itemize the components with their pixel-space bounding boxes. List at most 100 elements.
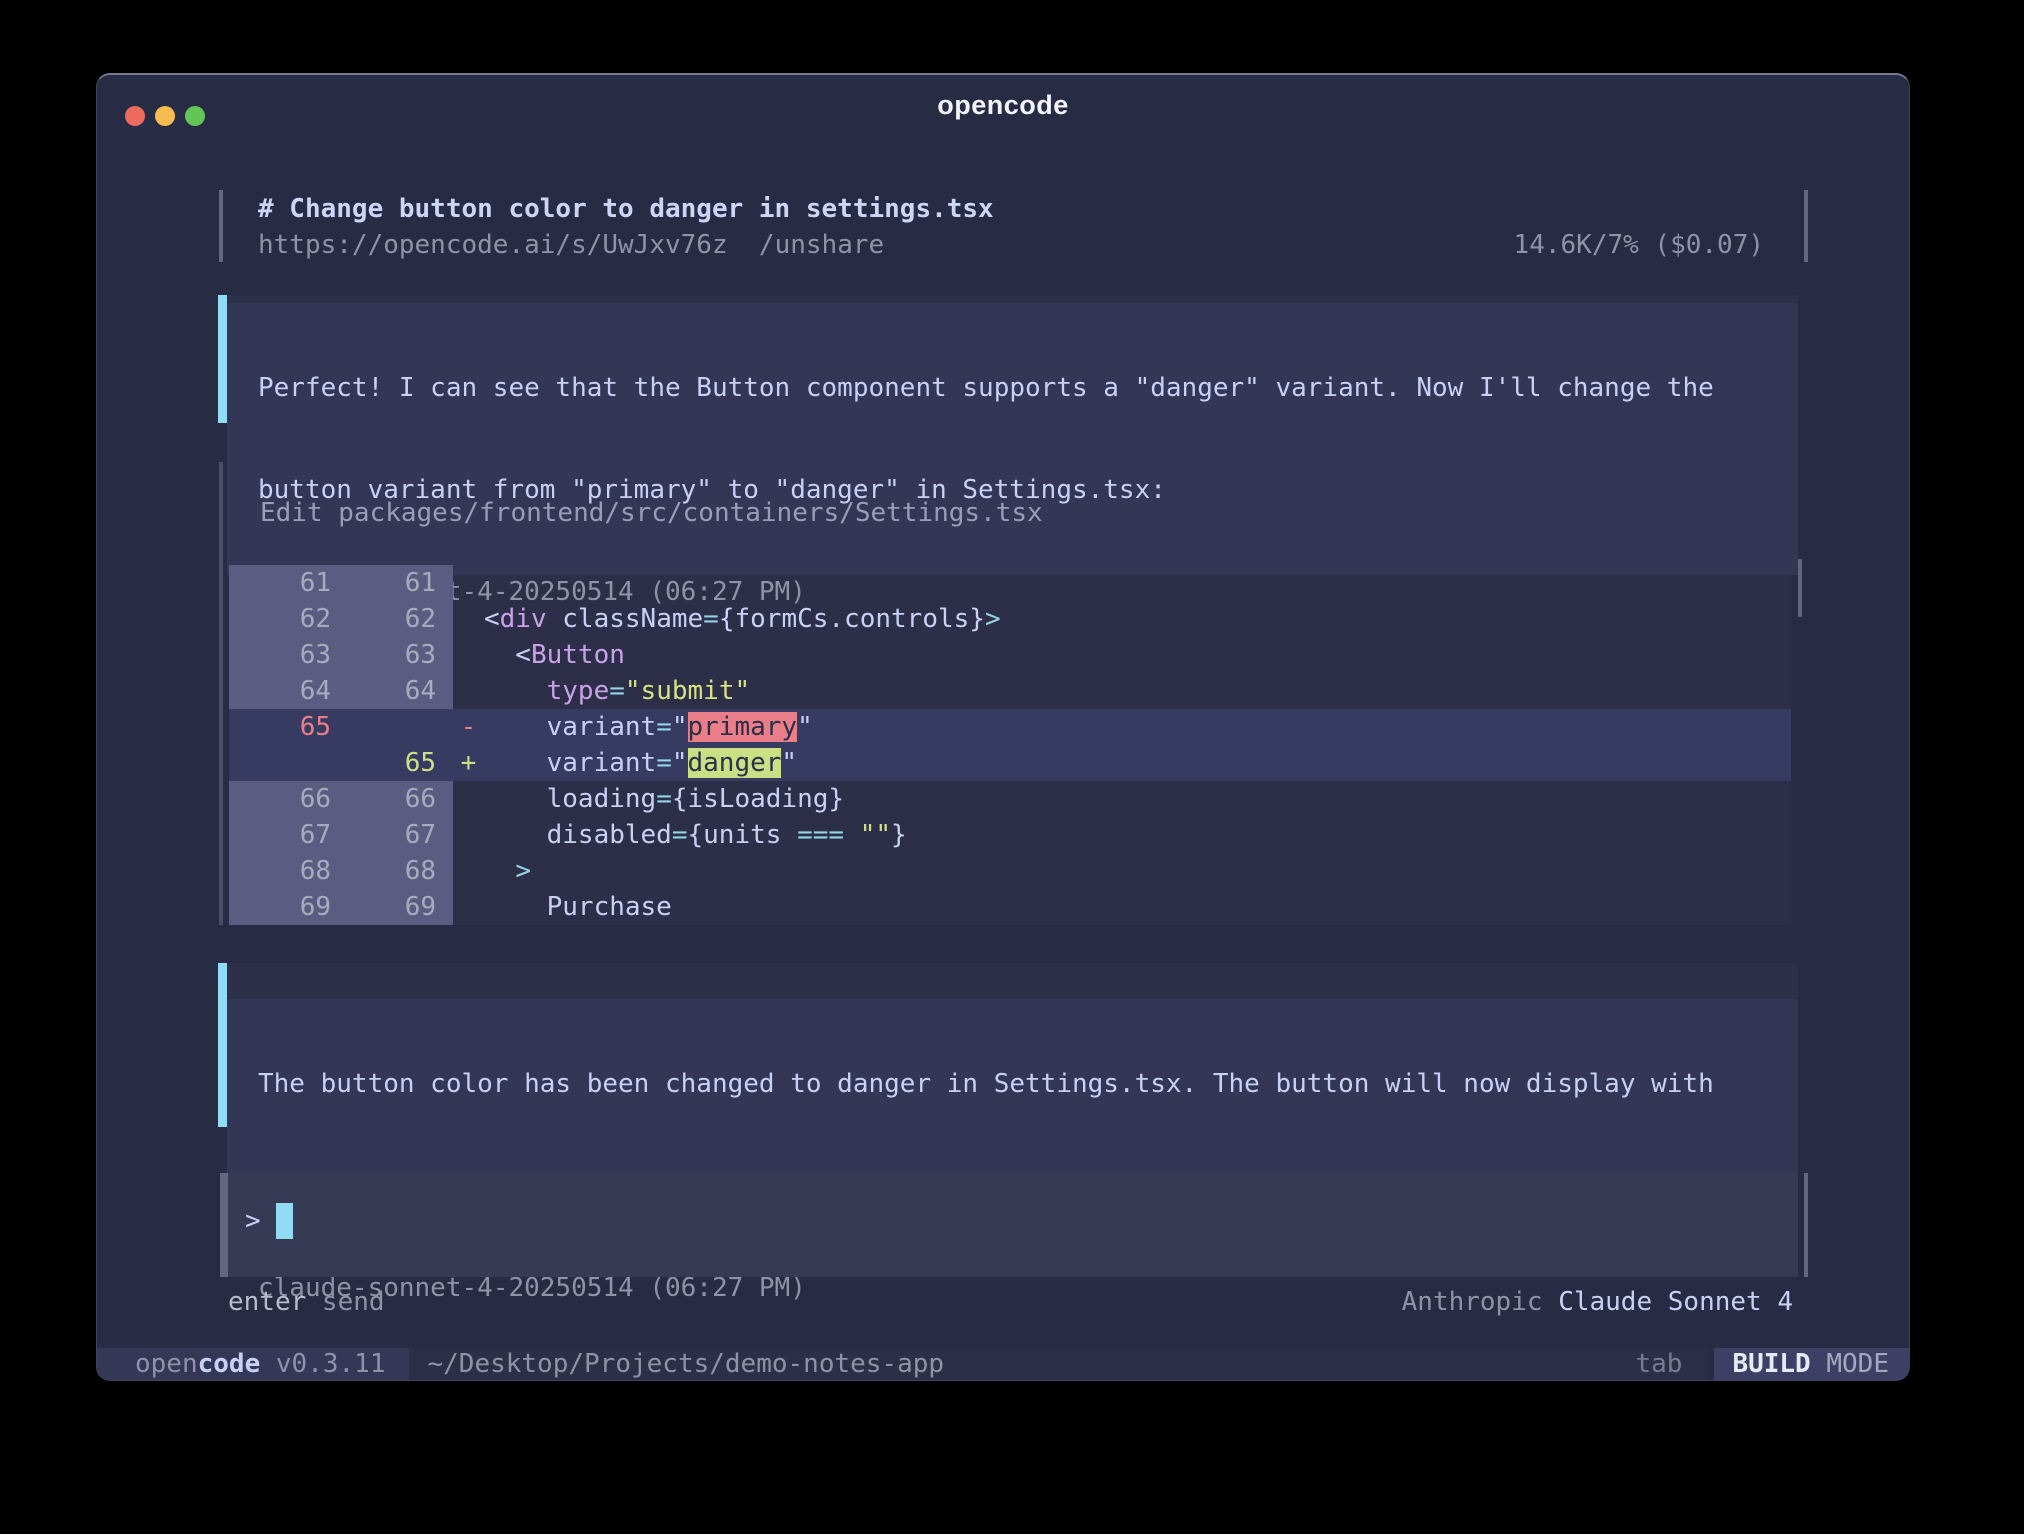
scrollbar-thumb[interactable] bbox=[1798, 559, 1802, 617]
diff-code bbox=[484, 565, 1791, 601]
opencode-window: opencode # Change button color to danger… bbox=[96, 73, 1910, 1381]
composer-right-border bbox=[1804, 1173, 1808, 1277]
composer: > bbox=[220, 1173, 1808, 1277]
minimize-button[interactable] bbox=[155, 106, 175, 126]
diff-line-number-old: 63 bbox=[229, 637, 331, 673]
session-title: # Change button color to danger in setti… bbox=[258, 192, 1764, 226]
session-share-row: https://opencode.ai/s/UwJxv76z /unshare bbox=[258, 228, 884, 262]
close-button[interactable] bbox=[125, 106, 145, 126]
diff-line-number-new: 62 bbox=[331, 601, 453, 637]
diff-line-number-new: 66 bbox=[331, 781, 453, 817]
code-token: " bbox=[672, 748, 688, 778]
app-version: v0.3.11 bbox=[260, 1349, 385, 1379]
code-token: primary bbox=[688, 712, 798, 742]
diff-code: <div className={formCs.controls}> bbox=[484, 601, 1791, 637]
code-token: > bbox=[515, 856, 531, 886]
unshare-command[interactable]: /unshare bbox=[759, 230, 884, 260]
working-dir-segment: ~/Desktop/Projects/demo-notes-app tab bbox=[409, 1348, 1708, 1380]
code-token: Button bbox=[531, 640, 625, 670]
code-token: className bbox=[547, 604, 704, 634]
code-token: " bbox=[672, 712, 688, 742]
diff-row: 6868 > bbox=[229, 853, 1791, 889]
text-cursor bbox=[276, 1203, 293, 1239]
diff-line-number-new: 65 bbox=[331, 745, 453, 781]
mode-key-hint[interactable]: tab bbox=[1635, 1348, 1682, 1380]
code-token: variant bbox=[484, 712, 656, 742]
code-token: div bbox=[500, 604, 547, 634]
code-token bbox=[484, 856, 515, 886]
code-token: disabled bbox=[484, 820, 672, 850]
code-token: {isLoading} bbox=[672, 784, 844, 814]
diff-code: loading={isLoading} bbox=[484, 781, 1791, 817]
code-token: = bbox=[609, 676, 625, 706]
code-token: > bbox=[985, 604, 1001, 634]
diff-row: 6262 <div className={formCs.controls}> bbox=[229, 601, 1791, 637]
code-token bbox=[844, 820, 860, 850]
model-indicator: Anthropic Claude Sonnet 4 bbox=[1402, 1285, 1793, 1319]
code-token: } bbox=[891, 820, 907, 850]
prompt-line: > bbox=[245, 1203, 1798, 1239]
diff-marker bbox=[453, 601, 484, 637]
diff-marker bbox=[453, 673, 484, 709]
app-version-segment: opencode v0.3.11 bbox=[97, 1348, 409, 1380]
code-token: = bbox=[656, 712, 672, 742]
diff-marker: - bbox=[453, 709, 484, 745]
zoom-button[interactable] bbox=[185, 106, 205, 126]
message-text: Perfect! I can see that the Button compo… bbox=[227, 303, 1798, 575]
code-token: danger bbox=[688, 748, 782, 778]
code-token: variant bbox=[484, 748, 656, 778]
diff-code: disabled={units === ""} bbox=[484, 817, 1791, 853]
diff-marker bbox=[453, 565, 484, 601]
message-accent-bar bbox=[218, 963, 227, 1127]
diff-row: 6464 type="submit" bbox=[229, 673, 1791, 709]
diff-code: <Button bbox=[484, 637, 1791, 673]
code-token: {units bbox=[688, 820, 798, 850]
mode-segment[interactable]: BUILD MODE bbox=[1714, 1348, 1909, 1380]
window-titlebar: opencode bbox=[97, 75, 1909, 135]
message-line: Perfect! I can see that the Button compo… bbox=[258, 371, 1798, 405]
diff-line-number-old: 68 bbox=[229, 853, 331, 889]
session-header: # Change button color to danger in setti… bbox=[219, 190, 1808, 262]
code-token: "submit" bbox=[625, 676, 750, 706]
message-input[interactable]: > bbox=[228, 1173, 1798, 1277]
diff-marker bbox=[453, 781, 484, 817]
diff-marker bbox=[453, 817, 484, 853]
diff-line-number-new: 69 bbox=[331, 889, 453, 925]
diff-code: Purchase bbox=[484, 889, 1791, 925]
send-hint: enter send bbox=[228, 1285, 385, 1319]
traffic-lights bbox=[125, 106, 205, 126]
diff-row: 6767 disabled={units === ""} bbox=[229, 817, 1791, 853]
diff-marker bbox=[453, 889, 484, 925]
session-subheader: https://opencode.ai/s/UwJxv76z /unshare … bbox=[258, 228, 1764, 262]
diff-row: 6363 <Button bbox=[229, 637, 1791, 673]
assistant-message: Perfect! I can see that the Button compo… bbox=[218, 295, 1798, 423]
diff-line-number-old: 62 bbox=[229, 601, 331, 637]
message-body: The button color has been changed to dan… bbox=[227, 963, 1798, 1127]
session-share-url[interactable]: https://opencode.ai/s/UwJxv76z bbox=[258, 230, 728, 260]
diff-code: > bbox=[484, 853, 1791, 889]
code-token: "" bbox=[860, 820, 891, 850]
code-token: = bbox=[656, 748, 672, 778]
diff-line-number-old: 67 bbox=[229, 817, 331, 853]
send-hint-action: send bbox=[306, 1287, 384, 1317]
app-name-regular: open bbox=[135, 1349, 198, 1379]
diff-line-number-new: 68 bbox=[331, 853, 453, 889]
code-token: < bbox=[484, 604, 500, 634]
code-token: === bbox=[797, 820, 844, 850]
code-token: {formCs.controls} bbox=[719, 604, 985, 634]
code-token: = bbox=[703, 604, 719, 634]
diff-line-number-new: 67 bbox=[331, 817, 453, 853]
code-token: " bbox=[781, 748, 797, 778]
diff-line-number-old: 66 bbox=[229, 781, 331, 817]
diff-line-number-new bbox=[331, 709, 453, 745]
diff-row: 6161 bbox=[229, 565, 1791, 601]
code-token bbox=[484, 676, 547, 706]
code-token: loading bbox=[484, 784, 656, 814]
diff-marker: + bbox=[453, 745, 484, 781]
message-line: The button color has been changed to dan… bbox=[258, 1067, 1798, 1101]
diff-row: 6969 Purchase bbox=[229, 889, 1791, 925]
assistant-message: The button color has been changed to dan… bbox=[218, 963, 1798, 1127]
message-accent-bar bbox=[218, 295, 227, 423]
diff-code: variant="danger" bbox=[484, 745, 1791, 781]
diff-row: 65- variant="primary" bbox=[229, 709, 1791, 745]
